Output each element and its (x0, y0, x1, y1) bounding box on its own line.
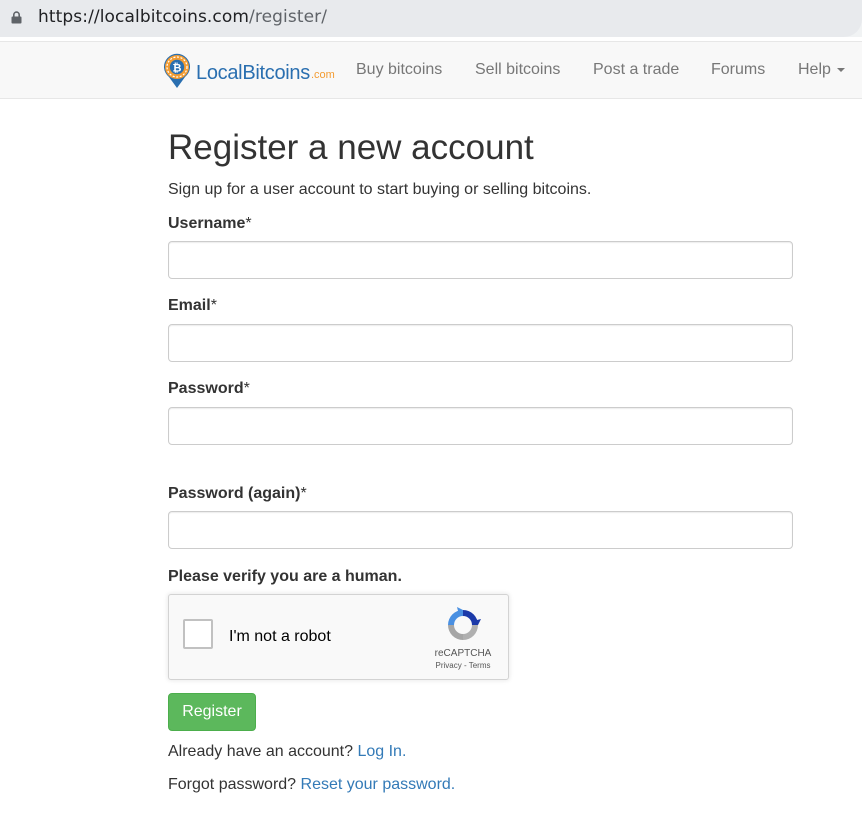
register-button[interactable]: Register (168, 693, 256, 731)
nav-forums[interactable]: Forums (711, 61, 765, 79)
recaptcha-logo-icon (448, 607, 481, 640)
verify-human-label: Please verify you are a human. (168, 568, 402, 585)
username-label-text: Username (168, 215, 246, 232)
recaptcha-privacy-link[interactable]: Privacy (436, 661, 462, 670)
recaptcha-checkbox[interactable] (183, 619, 213, 649)
username-input[interactable] (168, 241, 793, 279)
svg-text:₿: ₿ (173, 62, 182, 75)
recaptcha-terms-link[interactable]: Terms (469, 661, 491, 670)
brand-logo-link[interactable]: ₿ LocalBitcoins .com (162, 52, 335, 90)
recaptcha-widget: I'm not a robot reCAPTCHA Privacy - Term… (168, 594, 509, 680)
nav-buy-bitcoins[interactable]: Buy bitcoins (356, 61, 442, 79)
url-host: https://localbitcoins.com (38, 7, 250, 27)
nav-post-a-trade[interactable]: Post a trade (593, 61, 679, 79)
username-label: Username* (168, 215, 252, 233)
reset-password-link[interactable]: Reset your password. (301, 776, 456, 793)
site-navbar: ₿ LocalBitcoins .com Buy bitcoins Sell bi… (0, 41, 862, 99)
password-again-label: Password (again)* (168, 485, 307, 503)
recaptcha-brand: reCAPTCHA (434, 648, 492, 659)
bitcoin-pin-logo-icon: ₿ (164, 53, 190, 88)
browser-address-bar: https://localbitcoins.com/register/ (0, 0, 862, 37)
recaptcha-label: I'm not a robot (229, 628, 331, 645)
url-path: /register/ (249, 7, 328, 27)
page-lead: Sign up for a user account to start buyi… (168, 181, 592, 198)
brand-suffix: .com (310, 69, 335, 81)
password-again-input[interactable] (168, 511, 793, 549)
nav-help-label: Help (798, 61, 831, 78)
email-label: Email* (168, 297, 217, 315)
address-bar-field[interactable]: https://localbitcoins.com/register/ (0, 0, 862, 37)
nav-sell-bitcoins[interactable]: Sell bitcoins (475, 61, 560, 79)
nav-help-dropdown[interactable]: Help (798, 61, 845, 79)
caret-down-icon (836, 67, 845, 72)
password-input[interactable] (168, 407, 793, 445)
login-link[interactable]: Log In. (357, 743, 406, 760)
required-mark: * (300, 485, 307, 502)
forgot-password-line: Forgot password? Reset your password. (168, 776, 455, 794)
required-mark: * (210, 297, 217, 314)
url-text[interactable]: https://localbitcoins.com/register/ (38, 7, 327, 27)
page-title: Register a new account (168, 128, 534, 167)
lock-icon (11, 11, 22, 24)
recaptcha-link-separator: - (461, 661, 469, 670)
recaptcha-links: Privacy - Terms (425, 661, 501, 670)
password-label: Password* (168, 380, 250, 398)
email-input[interactable] (168, 324, 793, 362)
login-prompt-line: Already have an account? Log In. (168, 743, 406, 761)
password-label-text: Password (168, 380, 244, 397)
password-again-label-text: Password (again) (168, 485, 301, 502)
required-mark: * (245, 215, 252, 232)
required-mark: * (243, 380, 250, 397)
login-prompt-text: Already have an account? (168, 743, 354, 760)
brand-name: LocalBitcoins (196, 61, 310, 84)
email-label-text: Email (168, 297, 211, 314)
forgot-prompt-text: Forgot password? (168, 776, 297, 793)
